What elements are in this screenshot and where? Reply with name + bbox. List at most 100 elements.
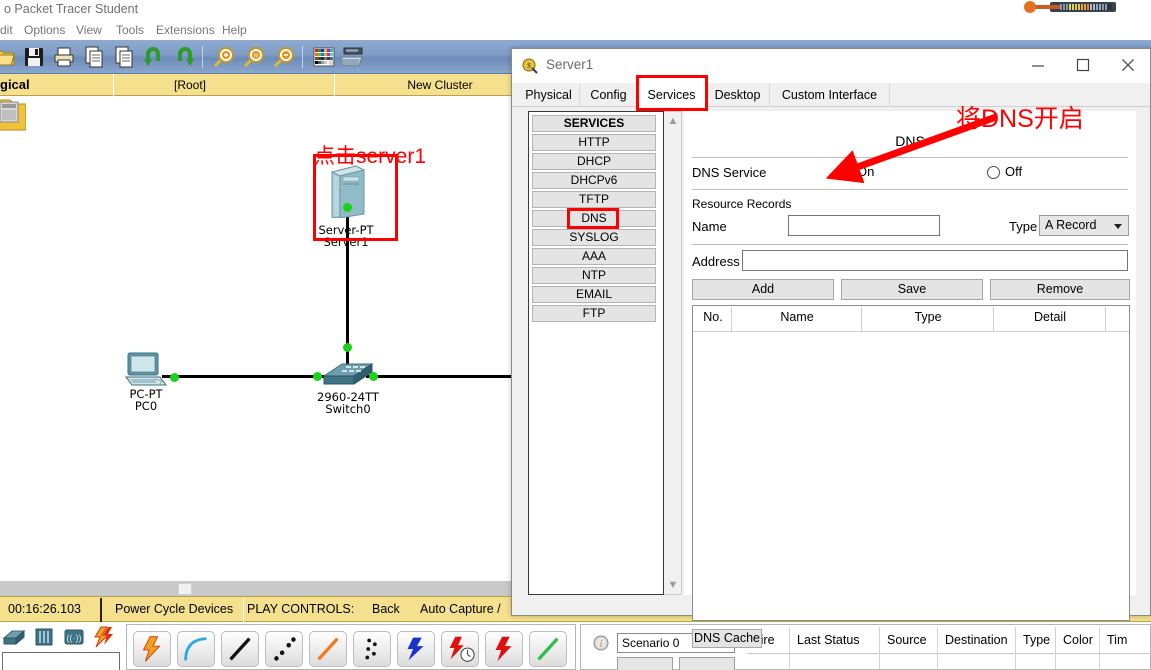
menu-extensions[interactable]: Extensions [156,23,215,37]
sim-col-type[interactable]: Type [1023,633,1050,647]
sim-col-last-status[interactable]: Last Status [797,633,860,647]
app-menubar[interactable]: dit Options View Tools Extensions Help [0,20,1151,40]
services-list-scrollbar[interactable]: ▲ ▼ [664,111,682,595]
name-input[interactable] [788,215,940,236]
menu-help[interactable]: Help [222,23,247,37]
name-label: Name [692,219,727,234]
wireless-device-icon[interactable]: ((·)) [62,626,86,648]
paste-icon[interactable] [112,45,136,69]
connections-device-icon[interactable] [92,626,116,648]
service-item-http[interactable]: HTTP [532,134,656,151]
back-button[interactable]: Back [372,602,400,616]
annotation-box-services-tab [636,75,708,111]
connection-coaxial-button[interactable] [397,631,435,667]
workspace-side-button-icon[interactable] [0,98,26,134]
save-button[interactable]: Save [841,279,983,300]
dialog-titlebar[interactable]: $ Server1 [512,49,1150,83]
device-selection-box[interactable] [2,652,120,670]
scenario-new-button[interactable] [617,657,673,670]
records-col-no[interactable]: No. [695,310,731,324]
minimize-button[interactable] [1015,49,1060,81]
remove-button[interactable]: Remove [990,279,1130,300]
services-list[interactable]: SERVICES HTTP DHCP DHCPv6 TFTP DNS SYSLO… [528,111,664,595]
sim-col-destination[interactable]: Destination [945,633,1008,647]
zoom-out-icon[interactable] [272,45,296,69]
service-item-dhcpv6[interactable]: DHCPv6 [532,172,656,189]
resource-records-label: Resource Records [692,197,792,211]
annotation-box-dns-item [567,208,619,229]
tab-desktop[interactable]: Desktop [706,83,770,107]
tab-config[interactable]: Config [580,83,638,107]
services-list-header: SERVICES [532,115,656,132]
connection-octal-button[interactable] [529,631,567,667]
service-item-dhcp[interactable]: DHCP [532,153,656,170]
new-cluster-label[interactable]: New Cluster [360,78,520,92]
auto-capture-button[interactable]: Auto Capture / [420,602,501,616]
record-type-select[interactable]: A Record [1039,215,1129,236]
connection-console-button[interactable] [177,631,215,667]
add-button[interactable]: Add [692,279,834,300]
palette-icon[interactable] [312,45,336,69]
redo-icon[interactable] [172,45,196,69]
svg-text:R: R [254,54,259,60]
save-icon[interactable] [22,45,46,69]
service-item-ntp[interactable]: NTP [532,267,656,284]
view-mode-label[interactable]: gical [0,77,30,92]
service-item-syslog[interactable]: SYSLOG [532,229,656,246]
canvas-scroll-thumb[interactable] [178,583,192,595]
address-input[interactable] [742,250,1128,271]
copy-icon[interactable] [82,45,106,69]
service-item-email[interactable]: EMAIL [532,286,656,303]
svg-text:i: i [600,639,603,650]
connection-phone-button[interactable] [353,631,391,667]
sim-col-source[interactable]: Source [887,633,927,647]
resource-records-table[interactable]: No. Name Type Detail [692,305,1130,621]
sim-col-time[interactable]: Tim [1107,633,1127,647]
menu-tools[interactable]: Tools [116,23,144,37]
tab-custom-interface[interactable]: Custom Interface [770,83,890,107]
close-icon[interactable] [1105,49,1150,81]
hub-device-icon[interactable] [32,626,56,648]
connection-serial-dte-button[interactable] [485,631,523,667]
scroll-down-arrow-icon[interactable]: ▼ [667,579,679,591]
play-controls-label: PLAY CONTROLS: [247,602,355,616]
sim-col-div-4 [1015,627,1016,669]
maximize-button[interactable] [1060,49,1105,81]
simulation-event-panel[interactable]: i Scenario 0 Fire Last Status Source Des… [580,624,1151,670]
device-type-row[interactable]: ((·)) [2,626,118,652]
records-col-name[interactable]: Name [733,310,861,324]
service-item-aaa[interactable]: AAA [532,248,656,265]
sim-col-color[interactable]: Color [1063,633,1093,647]
pc-pt-icon[interactable] [124,351,168,391]
menu-view[interactable]: View [76,23,102,37]
dns-cache-button[interactable]: DNS Cache [692,629,762,648]
menu-options[interactable]: Options [24,23,65,37]
tab-physical[interactable]: Physical [518,83,580,107]
service-item-ftp[interactable]: FTP [532,305,656,322]
connection-copper-straight-button[interactable] [221,631,259,667]
records-col-detail[interactable]: Detail [995,310,1105,324]
root-label[interactable]: [Root] [120,78,260,92]
scroll-up-arrow-icon[interactable]: ▲ [667,115,679,127]
dialog-title: Server1 [546,57,594,72]
undo-icon[interactable] [142,45,166,69]
zoom-in-icon[interactable] [212,45,236,69]
server1-dialog[interactable]: $ Server1 Physical Config Services Deskt… [511,48,1151,648]
scanner-icon[interactable] [340,45,364,69]
switch-2960-icon[interactable] [320,358,376,392]
service-item-tftp[interactable]: TFTP [532,191,656,208]
menu-edit[interactable]: dit [0,23,13,37]
connection-copper-crossover-button[interactable] [265,631,303,667]
connection-auto-button[interactable] [133,631,171,667]
print-icon[interactable] [52,45,76,69]
dns-service-off-label[interactable]: Off [1005,164,1022,179]
connection-fiber-button[interactable] [309,631,347,667]
connection-serial-dce-button[interactable] [441,631,479,667]
zoom-reset-icon[interactable]: R [242,45,266,69]
records-col-type[interactable]: Type [863,310,993,324]
scenario-delete-button[interactable] [679,657,735,670]
connection-type-panel[interactable] [126,624,576,670]
open-folder-icon[interactable] [0,45,16,69]
power-cycle-devices-button[interactable]: Power Cycle Devices [115,602,233,616]
router-device-icon[interactable] [2,626,26,648]
